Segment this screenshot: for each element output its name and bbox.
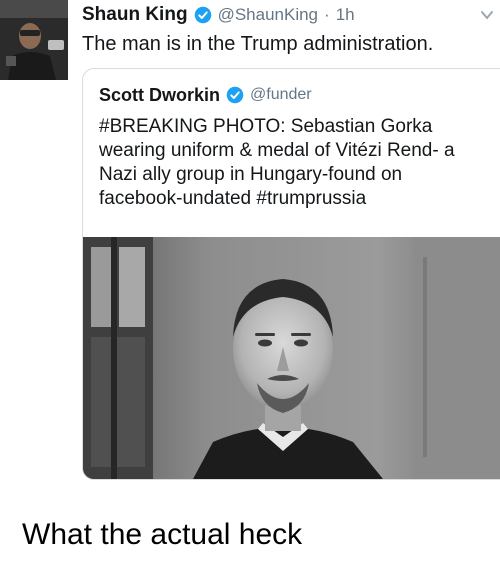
quoted-tweet-card[interactable]: Scott Dworkin @funder #BREAKING PHOTO: S…	[82, 68, 500, 480]
quoted-author-name[interactable]: Scott Dworkin	[99, 85, 220, 105]
profile-avatar[interactable]	[0, 0, 68, 80]
author-name[interactable]: Shaun King	[82, 4, 188, 26]
verified-badge-icon	[194, 6, 211, 24]
tweet-card: Shaun King @ShaunKing · 1h The man is in…	[0, 0, 500, 480]
quoted-tweet-text: #BREAKING PHOTO: Sebastian Gorka wearing…	[99, 116, 455, 209]
avatar-image	[0, 0, 68, 80]
portrait-image	[83, 237, 500, 479]
tweet-text: The man is in the Trump administration.	[82, 33, 434, 55]
tweet-timestamp[interactable]: 1h	[336, 4, 355, 26]
author-handle[interactable]: @ShaunKing	[218, 4, 318, 26]
quoted-tweet-header: Scott Dworkin @funder	[99, 85, 312, 105]
time-separator: ·	[324, 5, 330, 24]
tweet-header: Shaun King @ShaunKing · 1h	[82, 4, 355, 26]
meme-caption: What the actual heck	[22, 518, 303, 551]
chevron-down-icon[interactable]	[480, 8, 494, 22]
black-and-white-portrait-photo[interactable]	[83, 237, 500, 479]
quoted-author-handle[interactable]: @funder	[250, 85, 312, 105]
verified-badge-icon	[226, 86, 244, 104]
